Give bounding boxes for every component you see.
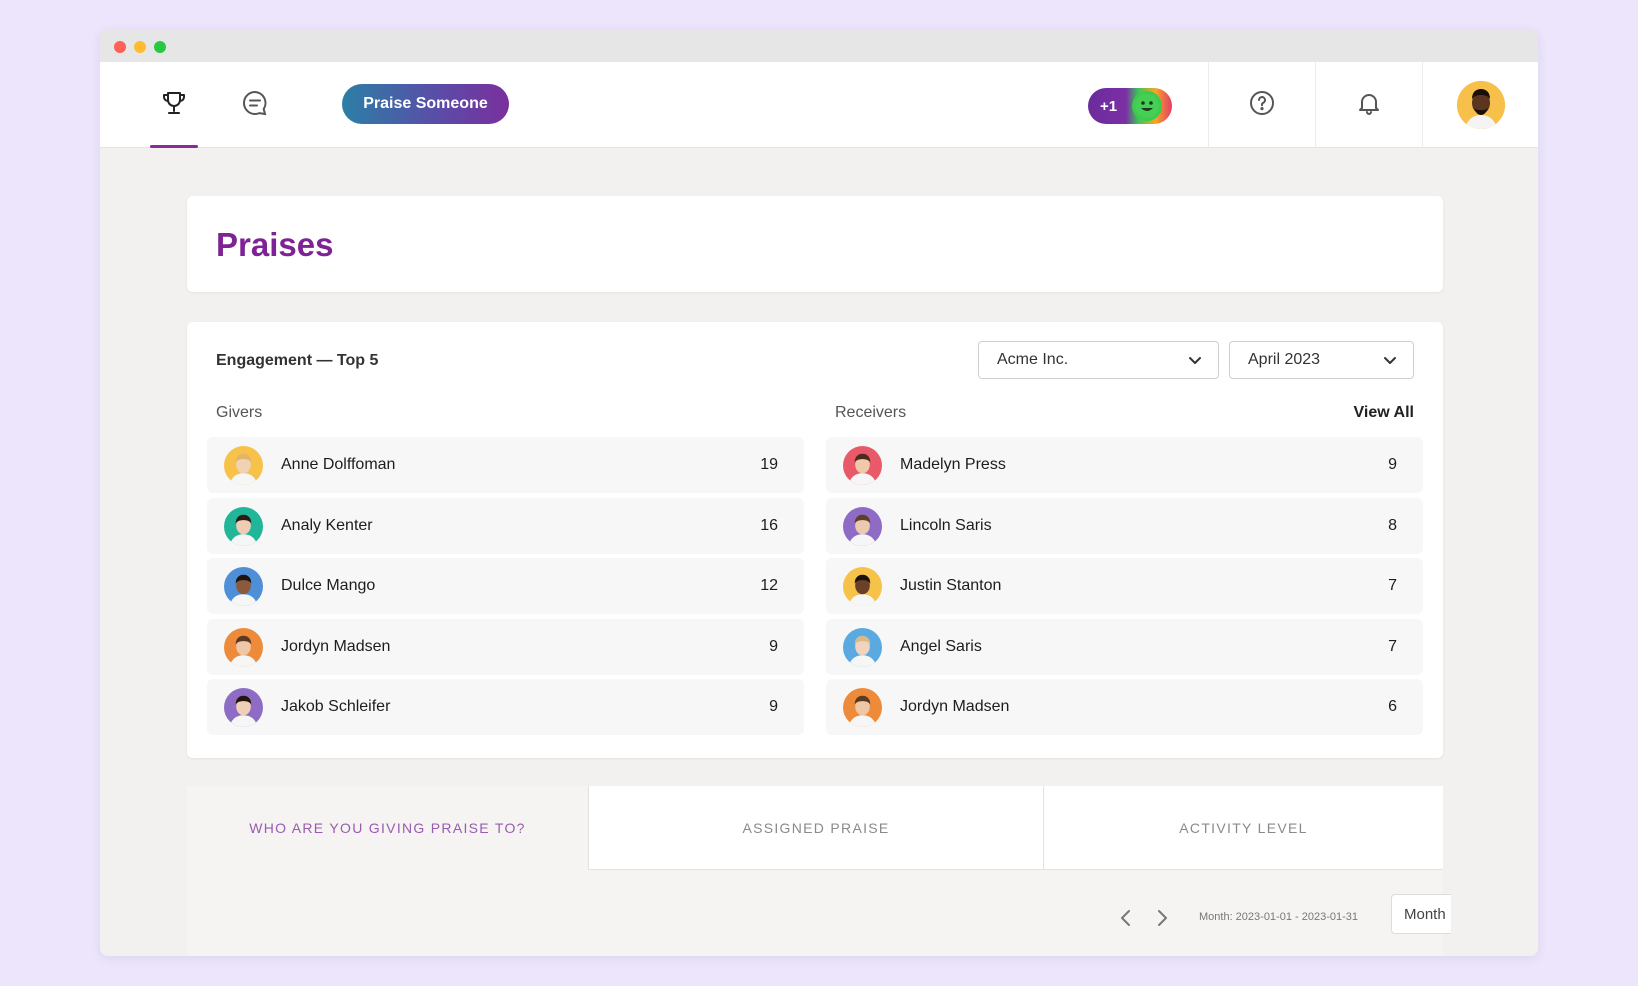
receiver-row[interactable]: Jordyn Madsen 6 — [826, 679, 1423, 735]
praise-someone-button[interactable]: Praise Someone — [342, 84, 509, 124]
avatar — [843, 627, 882, 667]
top-navigation: Praise Someone +1 — [100, 62, 1538, 148]
givers-heading: Givers — [216, 404, 263, 421]
receiver-name: Angel Saris — [900, 637, 982, 655]
giver-count: 9 — [769, 698, 778, 715]
avatar — [843, 688, 882, 727]
giver-name: Analy Kenter — [281, 516, 373, 534]
giver-name: Jakob Schleifer — [281, 698, 391, 715]
receiver-count: 9 — [1388, 456, 1397, 473]
period-select-value: Month — [1404, 905, 1446, 923]
user-menu-button[interactable] — [1422, 62, 1538, 148]
receiver-row[interactable]: Madelyn Press 9 — [826, 437, 1423, 493]
avatar — [843, 567, 882, 606]
tab-assigned-praise[interactable]: ASSIGNED PRAISE — [589, 786, 1044, 870]
company-select[interactable]: Acme Inc. — [978, 341, 1219, 379]
tab-who-are-you-giving-praise-to[interactable]: WHO ARE YOU GIVING PRAISE TO? — [187, 786, 589, 870]
giver-name: Dulce Mango — [281, 577, 376, 594]
avatar — [843, 506, 882, 546]
company-select-value: Acme Inc. — [997, 351, 1069, 368]
receivers-heading: Receivers — [835, 404, 907, 421]
month-select[interactable]: April 2023 — [1229, 341, 1414, 379]
smiley-icon — [1132, 91, 1162, 121]
tab-messages[interactable] — [231, 62, 279, 148]
giver-row[interactable]: Jordyn Madsen 9 — [207, 618, 804, 675]
receiver-name: Lincoln Saris — [900, 516, 992, 534]
engagement-title: Engagement — Top 5 — [216, 352, 379, 369]
help-button[interactable] — [1208, 62, 1315, 148]
chat-icon — [241, 89, 269, 122]
chevron-down-icon — [1188, 353, 1202, 372]
giver-row[interactable]: Dulce Mango 12 — [207, 558, 804, 614]
engagement-card: Engagement — Top 5 Acme Inc. April 2023 … — [187, 322, 1443, 758]
avatar — [843, 446, 882, 485]
date-pager: Month: 2023-01-01 - 2023-01-31 Month — [187, 870, 1451, 956]
avatar — [224, 506, 263, 546]
help-icon — [1249, 90, 1275, 121]
window-titlebar — [100, 30, 1538, 62]
page-title: Praises — [216, 226, 334, 263]
giver-name: Jordyn Madsen — [281, 637, 391, 655]
avatar — [224, 627, 263, 667]
receiver-count: 7 — [1388, 577, 1397, 594]
receiver-count: 6 — [1388, 698, 1397, 715]
notifications-button[interactable] — [1315, 62, 1422, 148]
praise-tabs: WHO ARE YOU GIVING PRAISE TO? ASSIGNED P… — [187, 786, 1443, 870]
chevron-left-icon[interactable] — [1119, 908, 1133, 933]
avatar — [224, 688, 263, 727]
receivers-list: Madelyn Press 9 Lincoln Saris 8 Justin S… — [826, 437, 1423, 740]
giver-row[interactable]: Anne Dolffoman 19 — [207, 437, 804, 493]
tab-praises[interactable] — [150, 62, 198, 148]
maximize-window-button[interactable] — [154, 41, 166, 53]
giver-count: 9 — [769, 637, 778, 655]
avatar — [224, 446, 263, 485]
month-select-value: April 2023 — [1248, 351, 1321, 368]
receiver-name: Madelyn Press — [900, 456, 1006, 473]
giver-name: Anne Dolffoman — [281, 456, 396, 473]
app-window: Praise Someone +1 Praises Engagement — T… — [100, 30, 1538, 956]
giver-row[interactable]: Analy Kenter 16 — [207, 497, 804, 554]
trophy-icon — [160, 89, 188, 122]
avatar — [1456, 81, 1505, 129]
chevron-right-icon[interactable] — [1155, 908, 1169, 933]
date-range-label: Month: 2023-01-01 - 2023-01-31 — [1199, 911, 1358, 923]
receiver-row[interactable]: Lincoln Saris 8 — [826, 497, 1423, 554]
receiver-count: 7 — [1388, 637, 1397, 655]
chevron-down-icon — [1383, 353, 1397, 372]
tab-activity-level[interactable]: ACTIVITY LEVEL — [1044, 786, 1443, 870]
period-select[interactable]: Month — [1391, 894, 1451, 934]
receiver-name: Justin Stanton — [900, 577, 1002, 594]
bell-icon — [1356, 90, 1382, 121]
giver-count: 16 — [760, 516, 778, 534]
minimize-window-button[interactable] — [134, 41, 146, 53]
giver-row[interactable]: Jakob Schleifer 9 — [207, 679, 804, 735]
receiver-row[interactable]: Justin Stanton 7 — [826, 558, 1423, 614]
view-all-link[interactable]: View All — [1354, 404, 1414, 422]
page-header-card: Praises — [187, 196, 1443, 292]
receiver-row[interactable]: Angel Saris 7 — [826, 618, 1423, 675]
avatar — [224, 567, 263, 606]
giver-count: 12 — [760, 577, 778, 594]
receiver-name: Jordyn Madsen — [900, 698, 1010, 715]
close-window-button[interactable] — [114, 41, 126, 53]
plus-one-badge[interactable]: +1 — [1088, 88, 1172, 124]
receiver-count: 8 — [1388, 516, 1397, 534]
plus-one-label: +1 — [1100, 97, 1118, 115]
givers-list: Anne Dolffoman 19 Analy Kenter 16 Dulce … — [207, 437, 804, 740]
giver-count: 19 — [760, 456, 778, 473]
